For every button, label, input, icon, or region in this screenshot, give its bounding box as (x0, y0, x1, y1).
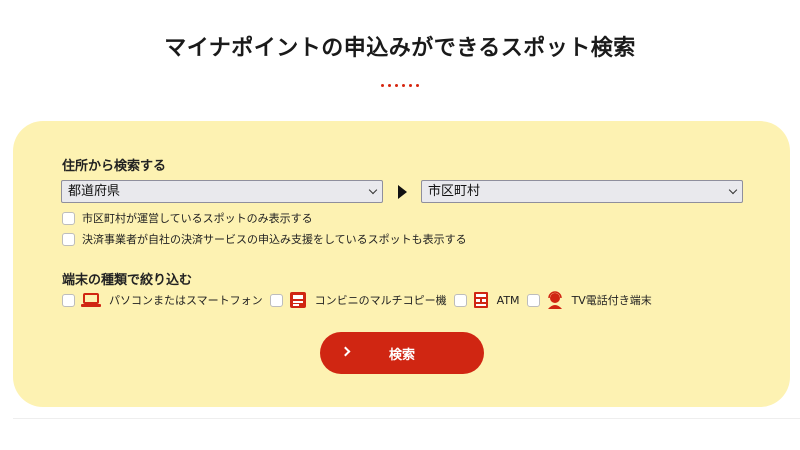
address-search-heading: 住所から検索する (62, 159, 167, 174)
payment-providers-checkbox[interactable] (62, 232, 75, 246)
device-option-tv-phone[interactable]: TV電話付き端末 (526, 291, 652, 309)
laptop-icon (81, 292, 101, 308)
device-filter-list: パソコンまたはスマートフォン コンビニのマルチコピー機 ATM TV電話付き端末 (62, 291, 659, 309)
search-button-label: 検索 (388, 348, 415, 363)
video-call-operator-icon (546, 291, 564, 309)
divider (13, 418, 800, 419)
city-select[interactable]: 市区町村 (421, 180, 743, 203)
multi-copy-checkbox[interactable] (269, 293, 283, 307)
option-municipal-only[interactable]: 市区町村が運営しているスポットのみ表示する (62, 210, 313, 226)
prefecture-select-value: 都道府県 (68, 184, 121, 199)
multi-copy-label: コンビニのマルチコピー機 (314, 294, 447, 307)
page-title: マイナポイントの申込みができるスポット検索 (164, 36, 636, 61)
prefecture-select[interactable]: 都道府県 (61, 180, 383, 203)
municipal-only-checkbox[interactable] (62, 211, 75, 225)
payment-providers-label: 決済事業者が自社の決済サービスの申込み支援をしているスポットも表示する (82, 233, 467, 246)
pc-smartphone-checkbox[interactable] (62, 293, 75, 307)
decorative-dots (0, 84, 800, 87)
arrow-right-icon (398, 185, 407, 199)
chevron-down-icon (368, 185, 378, 195)
municipal-only-label: 市区町村が運営しているスポットのみ表示する (82, 212, 313, 225)
option-payment-providers[interactable]: 決済事業者が自社の決済サービスの申込み支援をしているスポットも表示する (62, 231, 467, 247)
device-option-multi-copy[interactable]: コンビニのマルチコピー機 (269, 291, 447, 309)
device-option-atm[interactable]: ATM (453, 291, 520, 309)
atm-icon (473, 291, 489, 309)
device-option-pc-smartphone[interactable]: パソコンまたはスマートフォン (62, 292, 263, 308)
chevron-down-icon (728, 185, 738, 195)
tv-phone-checkbox[interactable] (526, 293, 540, 307)
tv-phone-label: TV電話付き端末 (571, 294, 652, 307)
city-select-value: 市区町村 (428, 184, 481, 199)
device-filter-heading: 端末の種類で絞り込む (62, 273, 193, 288)
atm-label: ATM (496, 293, 520, 307)
pc-smartphone-label: パソコンまたはスマートフォン (109, 294, 263, 307)
atm-checkbox[interactable] (453, 293, 467, 307)
multi-copy-machine-icon (289, 291, 307, 309)
search-button[interactable]: 検索 (320, 332, 484, 374)
